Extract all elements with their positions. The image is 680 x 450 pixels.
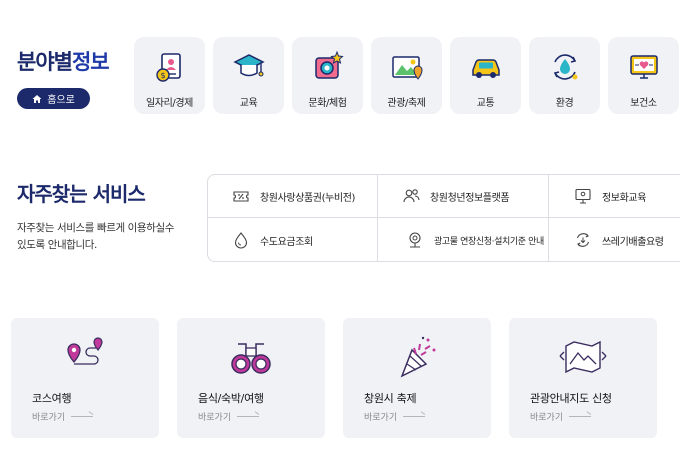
service-item[interactable]: 쓰레기배출요령 — [549, 218, 680, 261]
category-health[interactable]: 보건소 — [608, 37, 679, 114]
category-label: 보건소 — [630, 98, 657, 109]
category-list: $ 일자리/경제 교육 문화/체험 관광/축제 교통 환경 보건소 — [134, 37, 679, 114]
frequent-services-description: 자주찾는 서비스를 빠르게 이용하실수 있도록 안내합니다. — [17, 220, 197, 254]
service-item[interactable]: 정보화교육 — [549, 175, 680, 218]
arrow-right-icon — [71, 416, 94, 417]
binoculars-icon — [231, 343, 271, 374]
recycle-water-icon — [553, 54, 577, 80]
arrow-right-icon — [403, 416, 426, 417]
recycle-icon — [576, 233, 590, 247]
category-jobs[interactable]: $ 일자리/경제 — [134, 37, 205, 114]
category-tourism[interactable]: 관광/축제 — [371, 37, 442, 114]
field-info-title: 분야별정보 — [17, 46, 110, 76]
jobs-document-icon: $ — [155, 53, 181, 82]
card-festival[interactable]: 창원시 축제 바로가기 — [343, 318, 491, 438]
card-art — [177, 334, 325, 378]
card-title: 관광안내지도 신청 — [530, 392, 612, 405]
card-title: 음식/숙박/여행 — [198, 392, 264, 405]
card-art — [509, 334, 657, 378]
page: 분야별정보 홈으로 $ 일자리/경제 교육 문화/체험 관광/축제 교통 환경 … — [0, 0, 680, 450]
service-label: 광고물 연장신청·설치기준 안내 — [434, 236, 544, 247]
card-go-link[interactable]: 바로가기 — [530, 410, 592, 423]
go-label: 바로가기 — [32, 413, 66, 423]
service-label: 정보화교육 — [602, 192, 647, 204]
card-go-link[interactable]: 바로가기 — [32, 410, 94, 423]
svg-text:$: $ — [160, 71, 165, 80]
car-icon — [471, 59, 500, 78]
category-label: 교육 — [239, 98, 258, 109]
category-education[interactable]: 교육 — [213, 37, 284, 114]
category-label: 환경 — [555, 98, 574, 109]
card-title: 코스여행 — [32, 392, 72, 405]
service-label: 창원청년정보플랫폼 — [430, 192, 510, 204]
go-label: 바로가기 — [364, 413, 398, 423]
card-course-travel[interactable]: 코스여행 바로가기 — [11, 318, 159, 438]
service-label: 창원사랑상품권(누비전) — [260, 192, 356, 204]
service-label: 쓰레기배출요령 — [602, 236, 664, 248]
category-label: 문화/체험 — [308, 98, 347, 109]
go-label: 바로가기 — [530, 413, 564, 423]
tourism-cards: 코스여행 바로가기 음식/숙박/여행 바로가기 창원시 축제 바로가기 관광안내… — [11, 318, 657, 438]
category-label: 일자리/경제 — [146, 98, 193, 109]
map-icon — [559, 340, 607, 374]
service-item[interactable]: 수도요금조회 — [208, 218, 378, 261]
arrow-right-icon — [569, 416, 592, 417]
home-button-label: 홈으로 — [47, 95, 75, 106]
title-part1: 분야별 — [17, 50, 73, 74]
service-grid: 창원사랑상품권(누비전) 창원청년정보플랫폼 정보화교육 수도요금조회 광고물 … — [207, 174, 680, 262]
billboard-icon — [409, 232, 421, 248]
health-monitor-icon — [629, 55, 658, 79]
computer-icon — [575, 188, 591, 204]
arrow-right-icon — [237, 416, 260, 417]
home-icon — [32, 94, 42, 103]
tourism-picture-icon — [391, 56, 423, 80]
card-art — [343, 334, 491, 378]
service-item[interactable]: 광고물 연장신청·설치기준 안내 — [378, 218, 549, 261]
card-food-lodging[interactable]: 음식/숙박/여행 바로가기 — [177, 318, 325, 438]
card-go-link[interactable]: 바로가기 — [198, 410, 260, 423]
culture-camera-icon — [314, 50, 344, 79]
service-label: 수도요금조회 — [260, 236, 313, 248]
service-item[interactable]: 창원사랑상품권(누비전) — [208, 175, 378, 218]
card-tour-map[interactable]: 관광안내지도 신청 바로가기 — [509, 318, 657, 438]
graduation-cap-icon — [232, 54, 265, 77]
category-traffic[interactable]: 교통 — [450, 37, 521, 114]
party-popper-icon — [400, 336, 436, 378]
description-line: 자주찾는 서비스를 빠르게 이용하실수 — [17, 222, 174, 234]
coupon-percent-icon — [233, 191, 249, 202]
card-art — [11, 334, 159, 378]
card-title: 창원시 축제 — [364, 392, 417, 405]
frequent-services-title: 자주찾는 서비스 — [17, 182, 146, 206]
description-line: 있도록 안내합니다. — [17, 239, 97, 251]
course-route-icon — [67, 337, 103, 365]
category-label: 교통 — [476, 98, 495, 109]
category-environment[interactable]: 환경 — [529, 37, 600, 114]
service-item[interactable]: 창원청년정보플랫폼 — [378, 175, 549, 218]
card-go-link[interactable]: 바로가기 — [364, 410, 426, 423]
title-part2: 정보 — [71, 50, 110, 74]
people-icon — [403, 189, 420, 203]
water-drop-icon — [234, 232, 248, 249]
category-culture[interactable]: 문화/체험 — [292, 37, 363, 114]
category-label: 관광/축제 — [387, 98, 426, 109]
home-button[interactable]: 홈으로 — [17, 88, 90, 109]
go-label: 바로가기 — [198, 413, 232, 423]
